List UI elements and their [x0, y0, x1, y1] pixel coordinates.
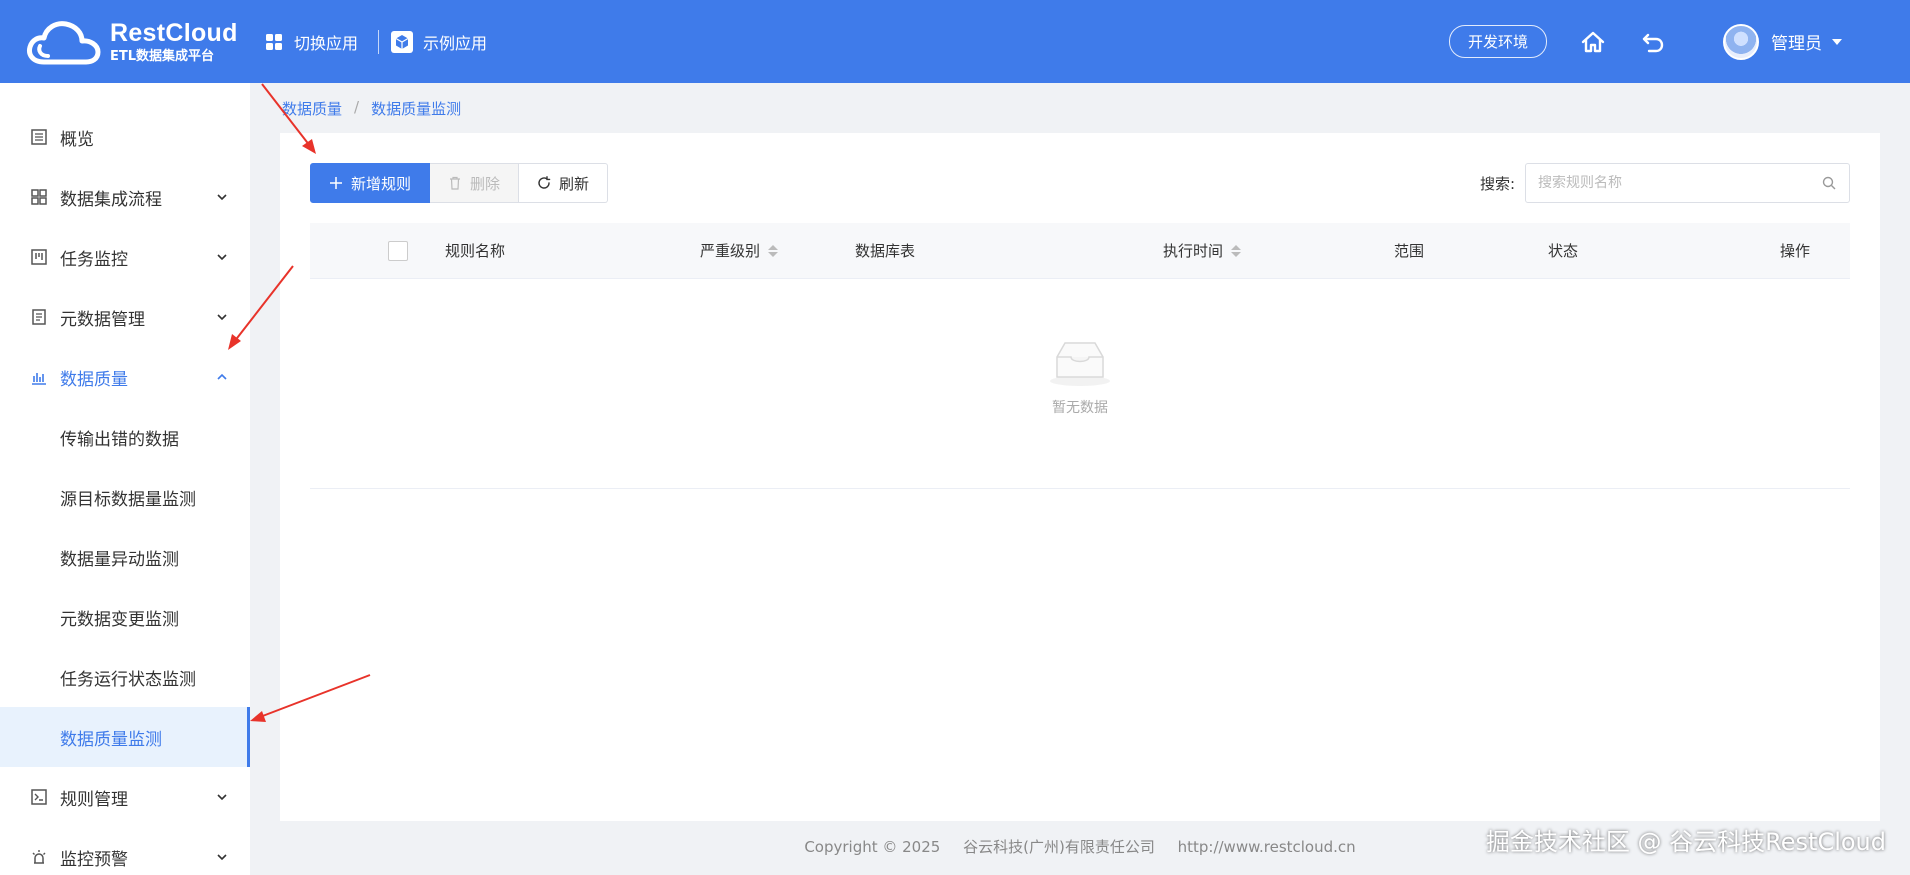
header-divider: [378, 29, 380, 54]
user-name: 管理员: [1771, 34, 1822, 54]
empty-text: 暂无数据: [1052, 400, 1108, 416]
sidebar-item-label: 规则管理: [60, 789, 128, 810]
sidebar-item-task-monitor[interactable]: 任务监控: [0, 227, 250, 287]
search-input[interactable]: [1538, 175, 1821, 191]
sidebar-item-metadata[interactable]: 元数据管理: [0, 287, 250, 347]
monitor-icon: [31, 249, 47, 265]
switch-app-label: 切换应用: [294, 33, 359, 53]
cube-icon: [391, 30, 414, 53]
watermark: 掘金技术社区 @ 谷云科技RestCloud: [1485, 828, 1886, 856]
col-severity-label: 严重级别: [700, 242, 761, 260]
switch-app-button[interactable]: 切换应用: [264, 30, 358, 54]
user-menu[interactable]: 管理员: [1723, 23, 1842, 60]
breadcrumb-current: 数据质量监测: [371, 100, 462, 118]
sidebar-subitem-dq-monitor[interactable]: 数据质量监测: [0, 707, 250, 767]
breadcrumb-separator: /: [354, 98, 360, 116]
sidebar-subitem-meta-change[interactable]: 元数据变更监测: [0, 587, 250, 647]
sample-app-label: 示例应用: [423, 33, 488, 53]
col-db-table: 数据库表: [855, 242, 916, 260]
breadcrumb: 数据质量 / 数据质量监测: [282, 98, 461, 119]
empty-inbox-icon: [1050, 342, 1110, 386]
table-body: 暂无数据: [310, 279, 1850, 489]
terminal-icon: [31, 789, 47, 805]
col-action: 操作: [1780, 242, 1811, 260]
avatar: [1723, 23, 1759, 60]
alarm-icon: [32, 850, 46, 864]
list-icon: [31, 129, 47, 145]
search-label: 搜索:: [1479, 174, 1515, 193]
add-rule-label: 新增规则: [351, 174, 412, 193]
logo[interactable]: RestCloud ETL数据集成平台: [26, 16, 256, 68]
sidebar-item-label: 数据集成流程: [60, 189, 162, 210]
home-icon[interactable]: [1579, 28, 1607, 56]
bar-chart-icon: [32, 373, 46, 385]
sidebar-item-alert[interactable]: 监控预警: [0, 827, 250, 875]
col-exec-time-label: 执行时间: [1163, 242, 1224, 260]
chevron-down-icon: [217, 194, 227, 201]
empty-state: 暂无数据: [310, 337, 1850, 417]
rules-table: 规则名称 严重级别 数据库表 执行时间 范围 状态 操作 暂无数据: [310, 223, 1850, 489]
sort-icon[interactable]: [768, 244, 779, 257]
sidebar-item-data-quality[interactable]: 数据质量: [0, 347, 250, 407]
sidebar-subitem-task-status[interactable]: 任务运行状态监测: [0, 647, 250, 707]
sidebar-item-label: 概览: [60, 129, 94, 150]
sidebar-item-overview[interactable]: 概览: [0, 107, 250, 167]
col-scope: 范围: [1394, 242, 1425, 260]
table-header: 规则名称 严重级别 数据库表 执行时间 范围 状态 操作: [310, 223, 1850, 279]
footer-url[interactable]: http://www.restcloud.cn: [1178, 838, 1356, 856]
sidebar-item-label: 元数据管理: [60, 309, 145, 330]
back-icon[interactable]: [1639, 28, 1667, 56]
sidebar-subitem-volume-anomaly[interactable]: 数据量异动监测: [0, 527, 250, 587]
chevron-up-icon: [217, 373, 227, 380]
sidebar: 概览 数据集成流程 任务监控 元数据管理 数据质量 传输出错的数据 源目标数据量…: [0, 83, 250, 875]
sidebar-subitem-src-target[interactable]: 源目标数据量监测: [0, 467, 250, 527]
sidebar-subitem-error-data[interactable]: 传输出错的数据: [0, 407, 250, 467]
col-severity[interactable]: 严重级别: [700, 240, 779, 261]
refresh-label: 刷新: [559, 174, 590, 193]
chevron-down-icon: [217, 254, 227, 261]
footer-copyright: Copyright © 2025: [804, 838, 941, 856]
sample-app-button[interactable]: 示例应用: [391, 30, 487, 54]
toolbar: 新增规则 删除 刷新: [310, 163, 609, 203]
env-button[interactable]: 开发环境: [1448, 25, 1547, 58]
main-card: 新增规则 删除 刷新 搜索: 规则名称 严重级别 数据库表 执行时间: [280, 133, 1880, 821]
grid-icon: [266, 33, 282, 50]
search-icon[interactable]: [1821, 175, 1837, 191]
col-rule-name: 规则名称: [445, 242, 506, 260]
col-exec-time[interactable]: 执行时间: [1163, 240, 1242, 261]
search-box[interactable]: [1525, 163, 1850, 203]
col-status: 状态: [1548, 242, 1579, 260]
document-icon: [32, 309, 46, 325]
chevron-down-icon: [217, 314, 227, 321]
footer-company: 谷云科技(广州)有限责任公司: [963, 838, 1155, 856]
chevron-down-icon: [217, 794, 227, 801]
cloud-logo-icon: [27, 20, 101, 64]
breadcrumb-parent[interactable]: 数据质量: [282, 98, 342, 119]
caret-down-icon: [1832, 38, 1842, 45]
sidebar-item-rule-mgmt[interactable]: 规则管理: [0, 767, 250, 827]
sidebar-item-label: 任务监控: [60, 249, 128, 270]
delete-button[interactable]: 删除: [430, 163, 520, 203]
refresh-button[interactable]: 刷新: [519, 163, 609, 203]
refresh-icon: [538, 176, 551, 189]
sidebar-item-data-integration[interactable]: 数据集成流程: [0, 167, 250, 227]
grid-icon: [31, 189, 47, 205]
sidebar-item-label: 数据质量: [60, 369, 128, 390]
logo-subtitle: ETL数据集成平台: [110, 48, 215, 64]
add-rule-button[interactable]: 新增规则: [310, 163, 431, 203]
chevron-down-icon: [217, 854, 227, 861]
plus-icon: [330, 177, 342, 189]
logo-title: RestCloud: [110, 18, 238, 47]
sort-icon[interactable]: [1231, 244, 1242, 257]
top-header: RestCloud ETL数据集成平台 切换应用 示例应用 开发环境 管理员: [0, 0, 1910, 83]
sidebar-item-label: 监控预警: [60, 849, 128, 870]
delete-label: 删除: [470, 174, 501, 193]
select-all-checkbox[interactable]: [388, 240, 408, 261]
search-area: 搜索:: [1480, 163, 1850, 203]
trash-icon: [450, 176, 461, 190]
